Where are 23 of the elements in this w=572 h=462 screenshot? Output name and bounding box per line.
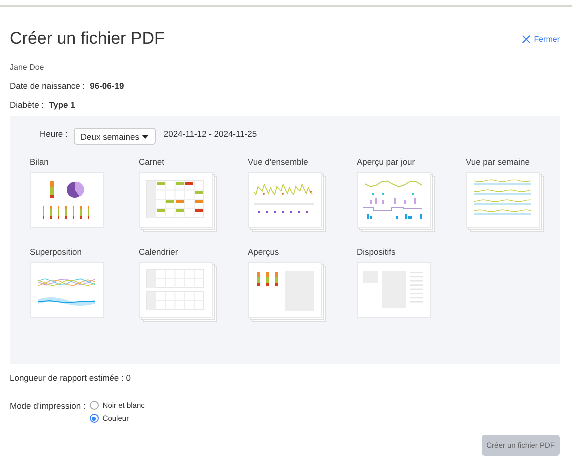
- report-label: Superposition: [30, 247, 83, 257]
- field-value: 96-06-19: [90, 81, 124, 91]
- report-label: Dispositifs: [357, 247, 397, 257]
- dialog-title: Créer un fichier PDF: [10, 29, 165, 49]
- report-label: Aperçu par jour: [357, 157, 416, 167]
- caret-icon: [142, 134, 149, 138]
- period-label: Heure :: [40, 128, 68, 138]
- report-label: Carnet: [139, 157, 166, 167]
- patient-name: Jane Doe: [10, 63, 46, 72]
- period-select[interactable]: Deux semaines: [74, 128, 156, 145]
- close-icon: [522, 34, 532, 44]
- field-label: Date de naissance :: [10, 81, 86, 91]
- report-label: Vue d'ensemble: [248, 157, 310, 167]
- date-range: 2024-11-12 - 2024-11-25: [164, 128, 258, 138]
- field-value: Type 1: [49, 100, 76, 110]
- report-length: Longueur de rapport estimée : 0: [10, 373, 132, 383]
- report-label: Aperçus: [248, 247, 280, 257]
- report-label: Bilan: [30, 157, 50, 167]
- field-label: Diabète :: [10, 100, 44, 110]
- print-mode-label: Mode d'impression :: [10, 401, 86, 413]
- report-label: Calendrier: [139, 247, 180, 257]
- close-link[interactable]: Fermer: [522, 34, 560, 44]
- report-label: Vue par semaine: [466, 157, 531, 167]
